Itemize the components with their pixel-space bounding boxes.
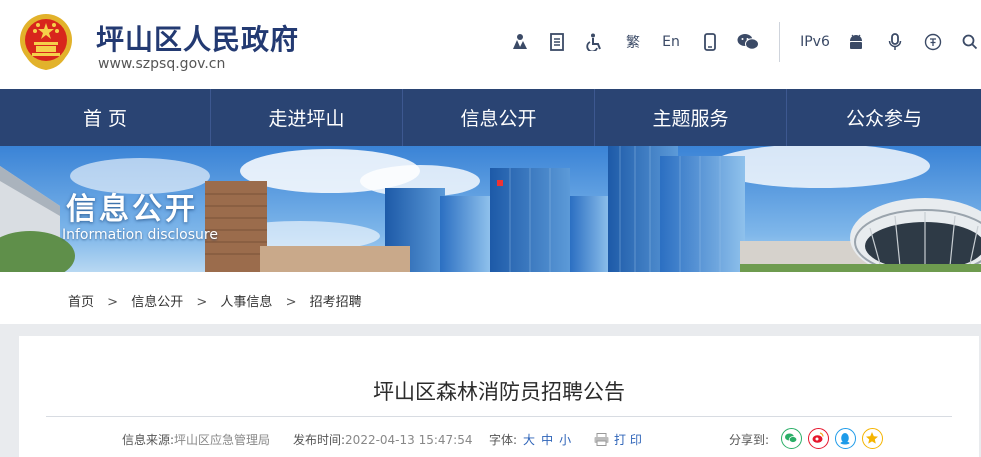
breadcrumb-personnel-information[interactable]: 人事信息 xyxy=(220,291,272,310)
page: 坪山区人民政府 www.szpsq.gov.cn 繁 En IPv6 首 页 走… xyxy=(0,0,981,457)
breadcrumb-separator: > xyxy=(196,295,208,310)
banner-subtitle: Information disclosure xyxy=(62,227,218,243)
article-panel: 坪山区森林消防员招聘公告 信息来源:坪山区应急管理局 发布时间:2022-04-… xyxy=(19,336,979,457)
care-mode-icon[interactable] xyxy=(922,30,944,54)
wheelchair-accessibility-icon[interactable] xyxy=(583,30,605,54)
site-title[interactable]: 坪山区人民政府 xyxy=(96,18,299,58)
android-icon[interactable] xyxy=(845,30,867,54)
nav-item-public-participation[interactable]: 公众参与 xyxy=(787,89,981,146)
share-qq-icon[interactable] xyxy=(835,428,856,449)
nav-item-home[interactable]: 首 页 xyxy=(0,89,211,146)
nav-item-theme-services[interactable]: 主题服务 xyxy=(595,89,787,146)
search-icon[interactable] xyxy=(960,30,980,54)
accessibility-group-icon[interactable] xyxy=(509,30,531,54)
share-wechat-icon[interactable] xyxy=(781,428,802,449)
print-label: 打 印 xyxy=(614,433,642,447)
article-source: 信息来源:坪山区应急管理局 xyxy=(122,431,270,448)
printer-icon xyxy=(594,433,609,446)
date-label: 发布时间: xyxy=(293,433,346,447)
breadcrumb-bar: 首页 > 信息公开 > 人事信息 > 招考招聘 xyxy=(0,272,981,324)
site-url[interactable]: www.szpsq.gov.cn xyxy=(98,56,225,72)
breadcrumb: 首页 > 信息公开 > 人事信息 > 招考招聘 xyxy=(68,291,362,310)
print-button[interactable]: 打 印 xyxy=(594,431,642,448)
nav-item-about-pingshan[interactable]: 走进坪山 xyxy=(211,89,403,146)
microphone-icon[interactable] xyxy=(884,30,906,54)
breadcrumb-separator: > xyxy=(107,295,119,310)
mobile-phone-icon[interactable] xyxy=(699,30,721,54)
ipv6-badge[interactable]: IPv6 xyxy=(798,30,832,54)
wechat-icon[interactable] xyxy=(736,30,760,54)
breadcrumb-separator: > xyxy=(285,295,297,310)
english-version-link[interactable]: En xyxy=(658,30,684,54)
nav-item-information-disclosure[interactable]: 信息公开 xyxy=(403,89,595,146)
title-divider xyxy=(46,416,952,417)
article-date: 发布时间:2022-04-13 15:47:54 xyxy=(293,431,473,448)
breadcrumb-home[interactable]: 首页 xyxy=(68,291,94,310)
date-value: 2022-04-13 15:47:54 xyxy=(345,433,473,447)
site-header: 坪山区人民政府 www.szpsq.gov.cn 繁 En IPv6 xyxy=(0,0,981,89)
font-size-label: 字体: xyxy=(489,433,518,447)
share-weibo-icon[interactable] xyxy=(808,428,829,449)
main-navigation: 首 页 走进坪山 信息公开 主题服务 公众参与 xyxy=(0,89,981,146)
traditional-chinese-toggle[interactable]: 繁 xyxy=(622,30,644,54)
share-qzone-icon[interactable] xyxy=(862,428,883,449)
share-label: 分享到: xyxy=(729,433,770,447)
breadcrumb-recruitment[interactable]: 招考招聘 xyxy=(310,291,362,310)
national-emblem-logo[interactable] xyxy=(18,12,74,70)
font-size-controls: 字体: 大中小 xyxy=(489,431,571,448)
font-size-large-button[interactable]: 大 xyxy=(523,433,535,447)
source-label: 信息来源: xyxy=(122,433,175,447)
banner-title: 信息公开 xyxy=(66,192,198,227)
article-title: 坪山区森林消防员招聘公告 xyxy=(373,380,625,404)
source-value: 坪山区应急管理局 xyxy=(174,433,271,447)
breadcrumb-information-disclosure[interactable]: 信息公开 xyxy=(131,291,183,310)
toolbar-divider xyxy=(779,22,780,62)
section-banner: 信息公开 Information disclosure xyxy=(0,146,981,272)
font-size-small-button[interactable]: 小 xyxy=(559,433,571,447)
document-icon[interactable] xyxy=(546,30,568,54)
font-size-medium-button[interactable]: 中 xyxy=(541,433,553,447)
